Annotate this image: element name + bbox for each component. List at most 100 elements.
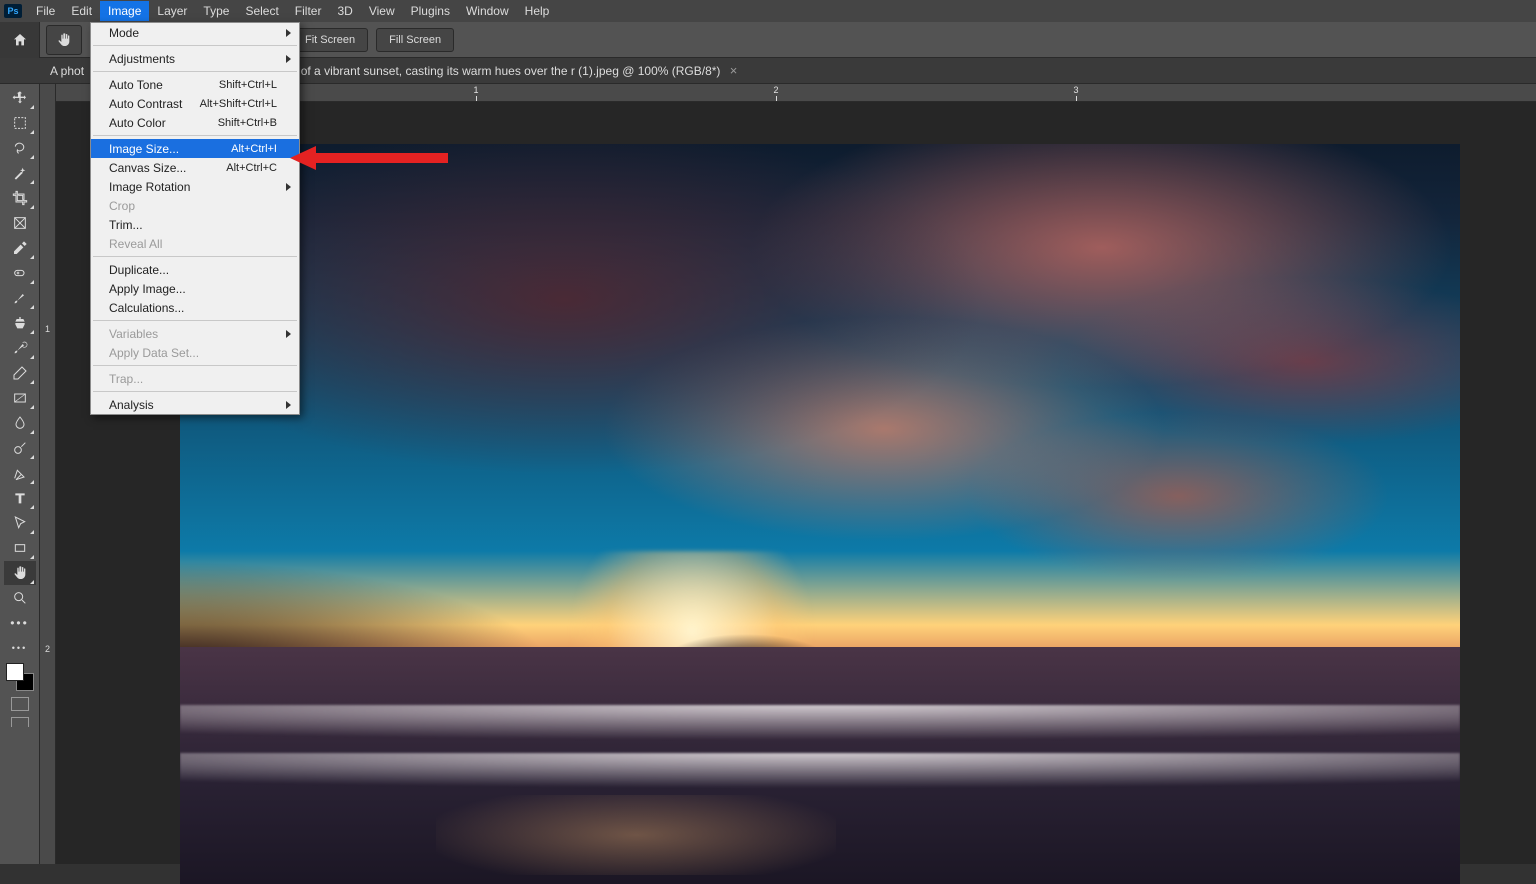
screen-mode-toggle[interactable] [11,717,29,727]
quick-mask-toggle[interactable] [11,697,29,711]
menu-item-auto-contrast[interactable]: Auto Contrast Alt+Shift+Ctrl+L [91,94,299,113]
menu-filter[interactable]: Filter [287,1,330,21]
clone-stamp-tool[interactable] [4,311,36,335]
menu-item-adjustments[interactable]: Adjustments [91,49,299,68]
menu-item-label: Variables [109,327,158,341]
menu-item-label: Reveal All [109,237,162,251]
dodge-tool[interactable] [4,436,36,460]
vertical-ruler[interactable]: 1 2 [40,84,56,864]
app-logo-icon: Ps [4,4,22,18]
menu-item-label: Apply Data Set... [109,346,199,360]
menu-view[interactable]: View [361,1,403,21]
menu-item-label: Trap... [109,372,143,386]
frame-tool[interactable] [4,211,36,235]
path-selection-tool[interactable] [4,511,36,535]
canvas[interactable] [180,144,1460,884]
menu-item-auto-color[interactable]: Auto ColorShift+Ctrl+B [91,113,299,132]
menu-item-shortcut: Alt+Ctrl+I [231,143,277,155]
menu-item-calculations[interactable]: Calculations... [91,298,299,317]
menu-item-label: Adjustments [109,52,175,66]
move-tool[interactable] [4,86,36,110]
menu-item-label: Calculations... [109,301,184,315]
magic-wand-tool[interactable] [4,161,36,185]
image-menu-dropdown: ModeAdjustmentsAuto ToneShift+Ctrl+LAuto… [90,22,300,415]
gradient-tool[interactable] [4,386,36,410]
menu-item-shortcut: Alt+Ctrl+C [226,162,277,174]
chevron-right-icon [286,183,291,191]
marquee-tool[interactable] [4,111,36,135]
fill-screen-button[interactable]: Fill Screen [376,28,454,52]
menubar: Ps File Edit Image Layer Type Select Fil… [0,0,1536,22]
menu-item-trap: Trap... [91,369,299,388]
menu-layer[interactable]: Layer [149,1,195,21]
menu-item-label: Auto Contrast [109,97,182,111]
menu-edit[interactable]: Edit [63,1,100,21]
edit-toolbar[interactable]: ••• [4,636,36,660]
menu-item-label: Auto Color [109,116,166,130]
menu-item-label: Apply Image... [109,282,186,296]
hand-tool[interactable] [4,561,36,585]
current-tool-indicator[interactable] [46,25,82,55]
close-icon[interactable]: × [730,63,738,78]
document-tab-title-suffix: of a vibrant sunset, casting its warm hu… [301,64,721,78]
menu-item-auto-tone[interactable]: Auto Tone Shift+Ctrl+L [91,75,299,94]
menu-item-label: Analysis [109,398,154,412]
lasso-tool[interactable] [4,136,36,160]
menu-item-duplicate[interactable]: Duplicate... [91,260,299,279]
menu-item-analysis[interactable]: Analysis [91,395,299,414]
fit-screen-button[interactable]: Fit Screen [292,28,368,52]
menu-item-label: Canvas Size... [109,161,186,175]
menu-item-canvas-size[interactable]: Canvas Size... Alt+Ctrl+C [91,158,299,177]
rectangle-tool[interactable] [4,536,36,560]
menu-item-label: Crop [109,199,135,213]
menu-plugins[interactable]: Plugins [403,1,458,21]
eyedropper-tool[interactable] [4,236,36,260]
menu-item-reveal-all: Reveal All [91,234,299,253]
menu-select[interactable]: Select [237,1,286,21]
menu-item-shortcut: Shift+Ctrl+L [219,79,277,91]
menu-item-image-size[interactable]: Image Size... Alt+Ctrl+I [91,139,299,158]
menu-item-label: Mode [109,26,139,40]
eraser-tool[interactable] [4,361,36,385]
home-button[interactable] [0,22,40,58]
history-brush-tool[interactable] [4,336,36,360]
hand-icon [56,32,72,48]
menu-3d[interactable]: 3D [329,1,360,21]
zoom-tool[interactable] [4,586,36,610]
chevron-right-icon [286,29,291,37]
more-tools[interactable]: ••• [4,611,36,635]
menu-item-label: Trim... [109,218,143,232]
ruler-tick: 1 [40,324,55,334]
pen-tool[interactable] [4,461,36,485]
healing-brush-tool[interactable] [4,261,36,285]
menu-item-image-rotation[interactable]: Image Rotation [91,177,299,196]
menu-item-crop: Crop [91,196,299,215]
foreground-color-swatch[interactable] [6,663,24,681]
menu-item-label: Duplicate... [109,263,169,277]
menu-help[interactable]: Help [517,1,558,21]
menu-window[interactable]: Window [458,1,517,21]
blur-tool[interactable] [4,411,36,435]
ruler-tick: 2 [40,644,55,654]
menu-item-label: Image Rotation [109,180,190,194]
menu-item-apply-data-set: Apply Data Set... [91,343,299,362]
menu-item-shortcut: Alt+Shift+Ctrl+L [200,98,277,110]
brush-tool[interactable] [4,286,36,310]
menu-item-variables: Variables [91,324,299,343]
type-tool[interactable] [4,486,36,510]
menu-item-apply-image[interactable]: Apply Image... [91,279,299,298]
canvas-image-wave [180,705,1460,747]
canvas-image-reflection [436,795,836,875]
menu-item-trim[interactable]: Trim... [91,215,299,234]
menu-type[interactable]: Type [195,1,237,21]
color-swatches[interactable] [6,663,34,691]
menu-file[interactable]: File [28,1,63,21]
menu-item-label: Image Size... [109,142,179,156]
menu-image[interactable]: Image [100,1,149,21]
chevron-right-icon [286,330,291,338]
menu-item-label: Auto Tone [109,78,163,92]
menu-item-mode[interactable]: Mode [91,23,299,42]
crop-tool[interactable] [4,186,36,210]
chevron-right-icon [286,55,291,63]
chevron-right-icon [286,401,291,409]
